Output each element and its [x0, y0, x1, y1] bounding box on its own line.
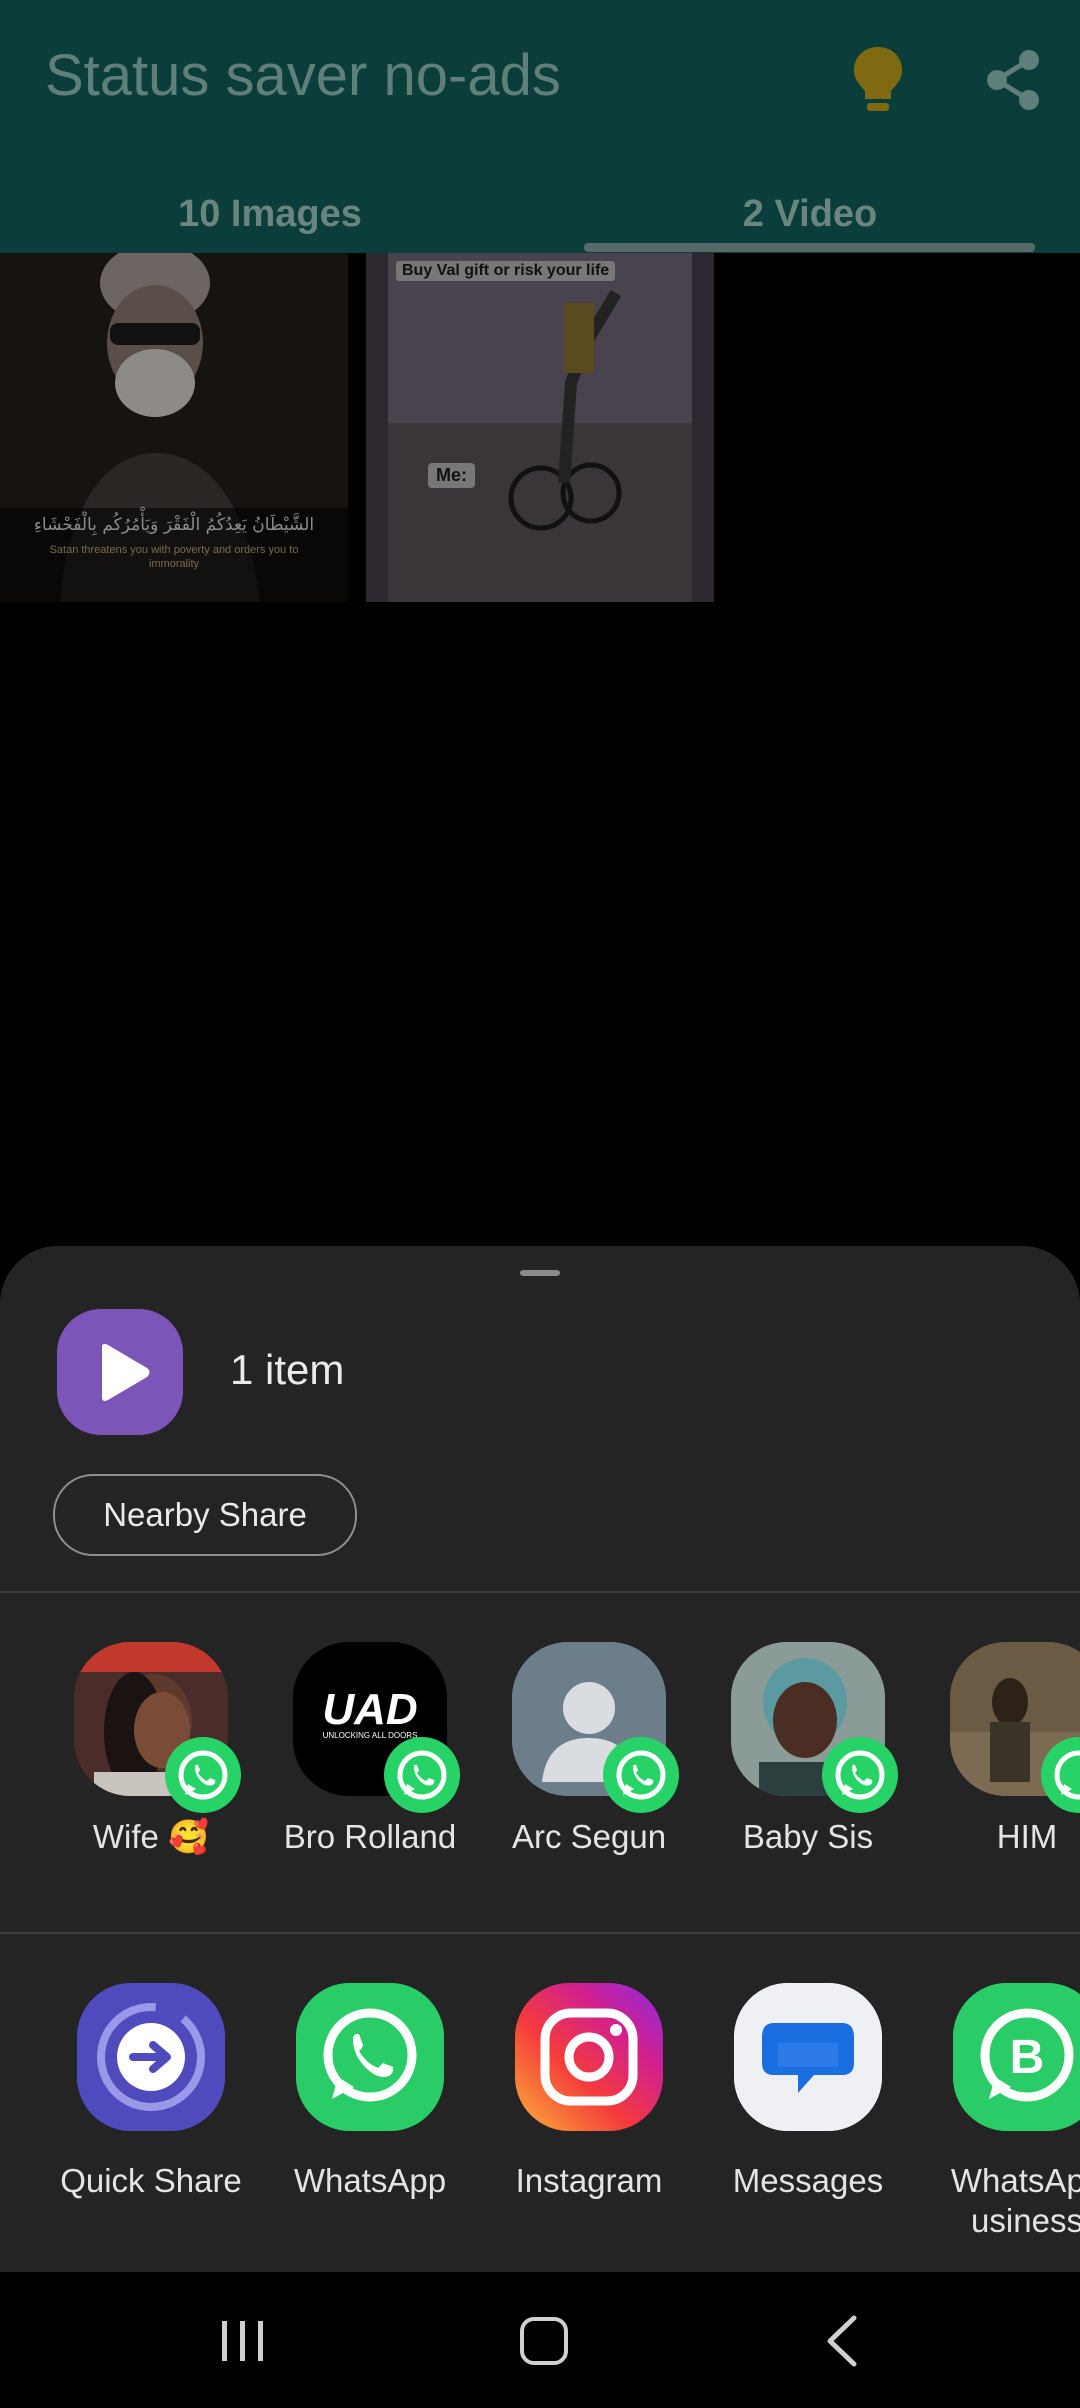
- system-navigation-bar: [0, 2272, 1080, 2408]
- avatar: [950, 1642, 1080, 1813]
- divider: [0, 1932, 1080, 1934]
- avatar: [512, 1642, 679, 1813]
- svg-text:UAD: UAD: [322, 1685, 417, 1734]
- app-bar: Status saver no-ads 10 Images 2 Video: [0, 0, 1080, 253]
- status-thumbnail[interactable]: Buy Val gift or risk your life Me:: [366, 253, 714, 602]
- tab-indicator: [584, 243, 1035, 252]
- whatsapp-business-icon: B: [953, 1983, 1080, 2131]
- share-sheet: 1 item Nearby Share Wife 🥰 UAD UNLOCKING …: [0, 1246, 1080, 2272]
- contact-target[interactable]: Baby Sis: [708, 1642, 908, 1856]
- app-name: WhatsApp: [293, 2162, 447, 2199]
- back-icon[interactable]: [822, 2314, 862, 2368]
- thumbnail-image: [366, 253, 714, 602]
- sheet-drag-handle[interactable]: [520, 1270, 560, 1276]
- lightbulb-icon[interactable]: [850, 45, 906, 115]
- status-thumbnail[interactable]: الشَّيْطَانُ يَعِدُكُمُ الْفَقْرَ وَيَأْ…: [0, 253, 348, 602]
- instagram-icon: [515, 1983, 663, 2131]
- thumbnail-caption-top: Buy Val gift or risk your life: [396, 261, 616, 281]
- app-name: Instagram: [515, 2162, 663, 2199]
- app-target-messages[interactable]: Messages: [698, 1983, 918, 2201]
- play-icon: [102, 1343, 150, 1401]
- app-title: Status saver no-ads: [45, 43, 561, 108]
- divider: [0, 1591, 1080, 1593]
- whatsapp-icon: [822, 1737, 898, 1813]
- whatsapp-icon: [296, 1983, 444, 2131]
- app-name: WhatsApp usiness: [917, 2161, 1080, 2241]
- home-icon[interactable]: [520, 2317, 568, 2365]
- svg-text:B: B: [1010, 2031, 1045, 2084]
- contact-target[interactable]: Wife 🥰: [51, 1642, 251, 1857]
- app-target-quick-share[interactable]: Quick Share: [41, 1983, 261, 2201]
- avatar: [74, 1642, 241, 1813]
- contact-name: HIM: [996, 1818, 1058, 1855]
- app-target-whatsapp-business[interactable]: B WhatsApp usiness: [917, 1983, 1080, 2241]
- tab-video[interactable]: 2 Video: [660, 193, 960, 236]
- quick-share-icon: [77, 1983, 225, 2131]
- thumbnail-caption: Satan threatens you with poverty and ord…: [49, 544, 299, 570]
- contact-name: Arc Segun: [511, 1818, 667, 1855]
- nearby-share-button[interactable]: Nearby Share: [53, 1474, 357, 1556]
- app-name-text: WhatsApp usiness: [950, 2162, 1080, 2239]
- whatsapp-icon: [603, 1737, 679, 1813]
- whatsapp-icon: [384, 1737, 460, 1813]
- contact-target[interactable]: UAD UNLOCKING ALL DOORS Bro Rolland: [270, 1642, 470, 1856]
- thumbnail-caption-mid: Me:: [428, 463, 475, 488]
- thumbnail-caption-arabic: الشَّيْطَانُ يَعِدُكُمُ الْفَقْرَ وَيَأْ…: [33, 515, 315, 535]
- contact-target[interactable]: Arc Segun: [489, 1642, 689, 1856]
- recents-icon[interactable]: [218, 2317, 268, 2365]
- share-icon[interactable]: [983, 48, 1043, 112]
- tab-images[interactable]: 10 Images: [120, 193, 420, 236]
- item-count: 1 item: [230, 1346, 345, 1393]
- whatsapp-icon: [1041, 1737, 1080, 1813]
- video-item-thumbnail: [57, 1309, 183, 1435]
- app-target-whatsapp[interactable]: WhatsApp: [260, 1983, 480, 2201]
- whatsapp-icon: [165, 1737, 241, 1813]
- contact-name: Bro Rolland: [283, 1818, 457, 1855]
- messages-icon: [734, 1983, 882, 2131]
- avatar: UAD UNLOCKING ALL DOORS: [293, 1642, 460, 1813]
- app-name: Quick Share: [60, 2162, 242, 2199]
- app-target-instagram[interactable]: Instagram: [479, 1983, 699, 2201]
- app-name: Messages: [732, 2162, 884, 2199]
- contact-name: Baby Sis: [742, 1818, 874, 1855]
- contact-target[interactable]: HIM: [927, 1642, 1080, 1856]
- contact-name: Wife 🥰: [92, 1818, 210, 1855]
- avatar: [731, 1642, 898, 1813]
